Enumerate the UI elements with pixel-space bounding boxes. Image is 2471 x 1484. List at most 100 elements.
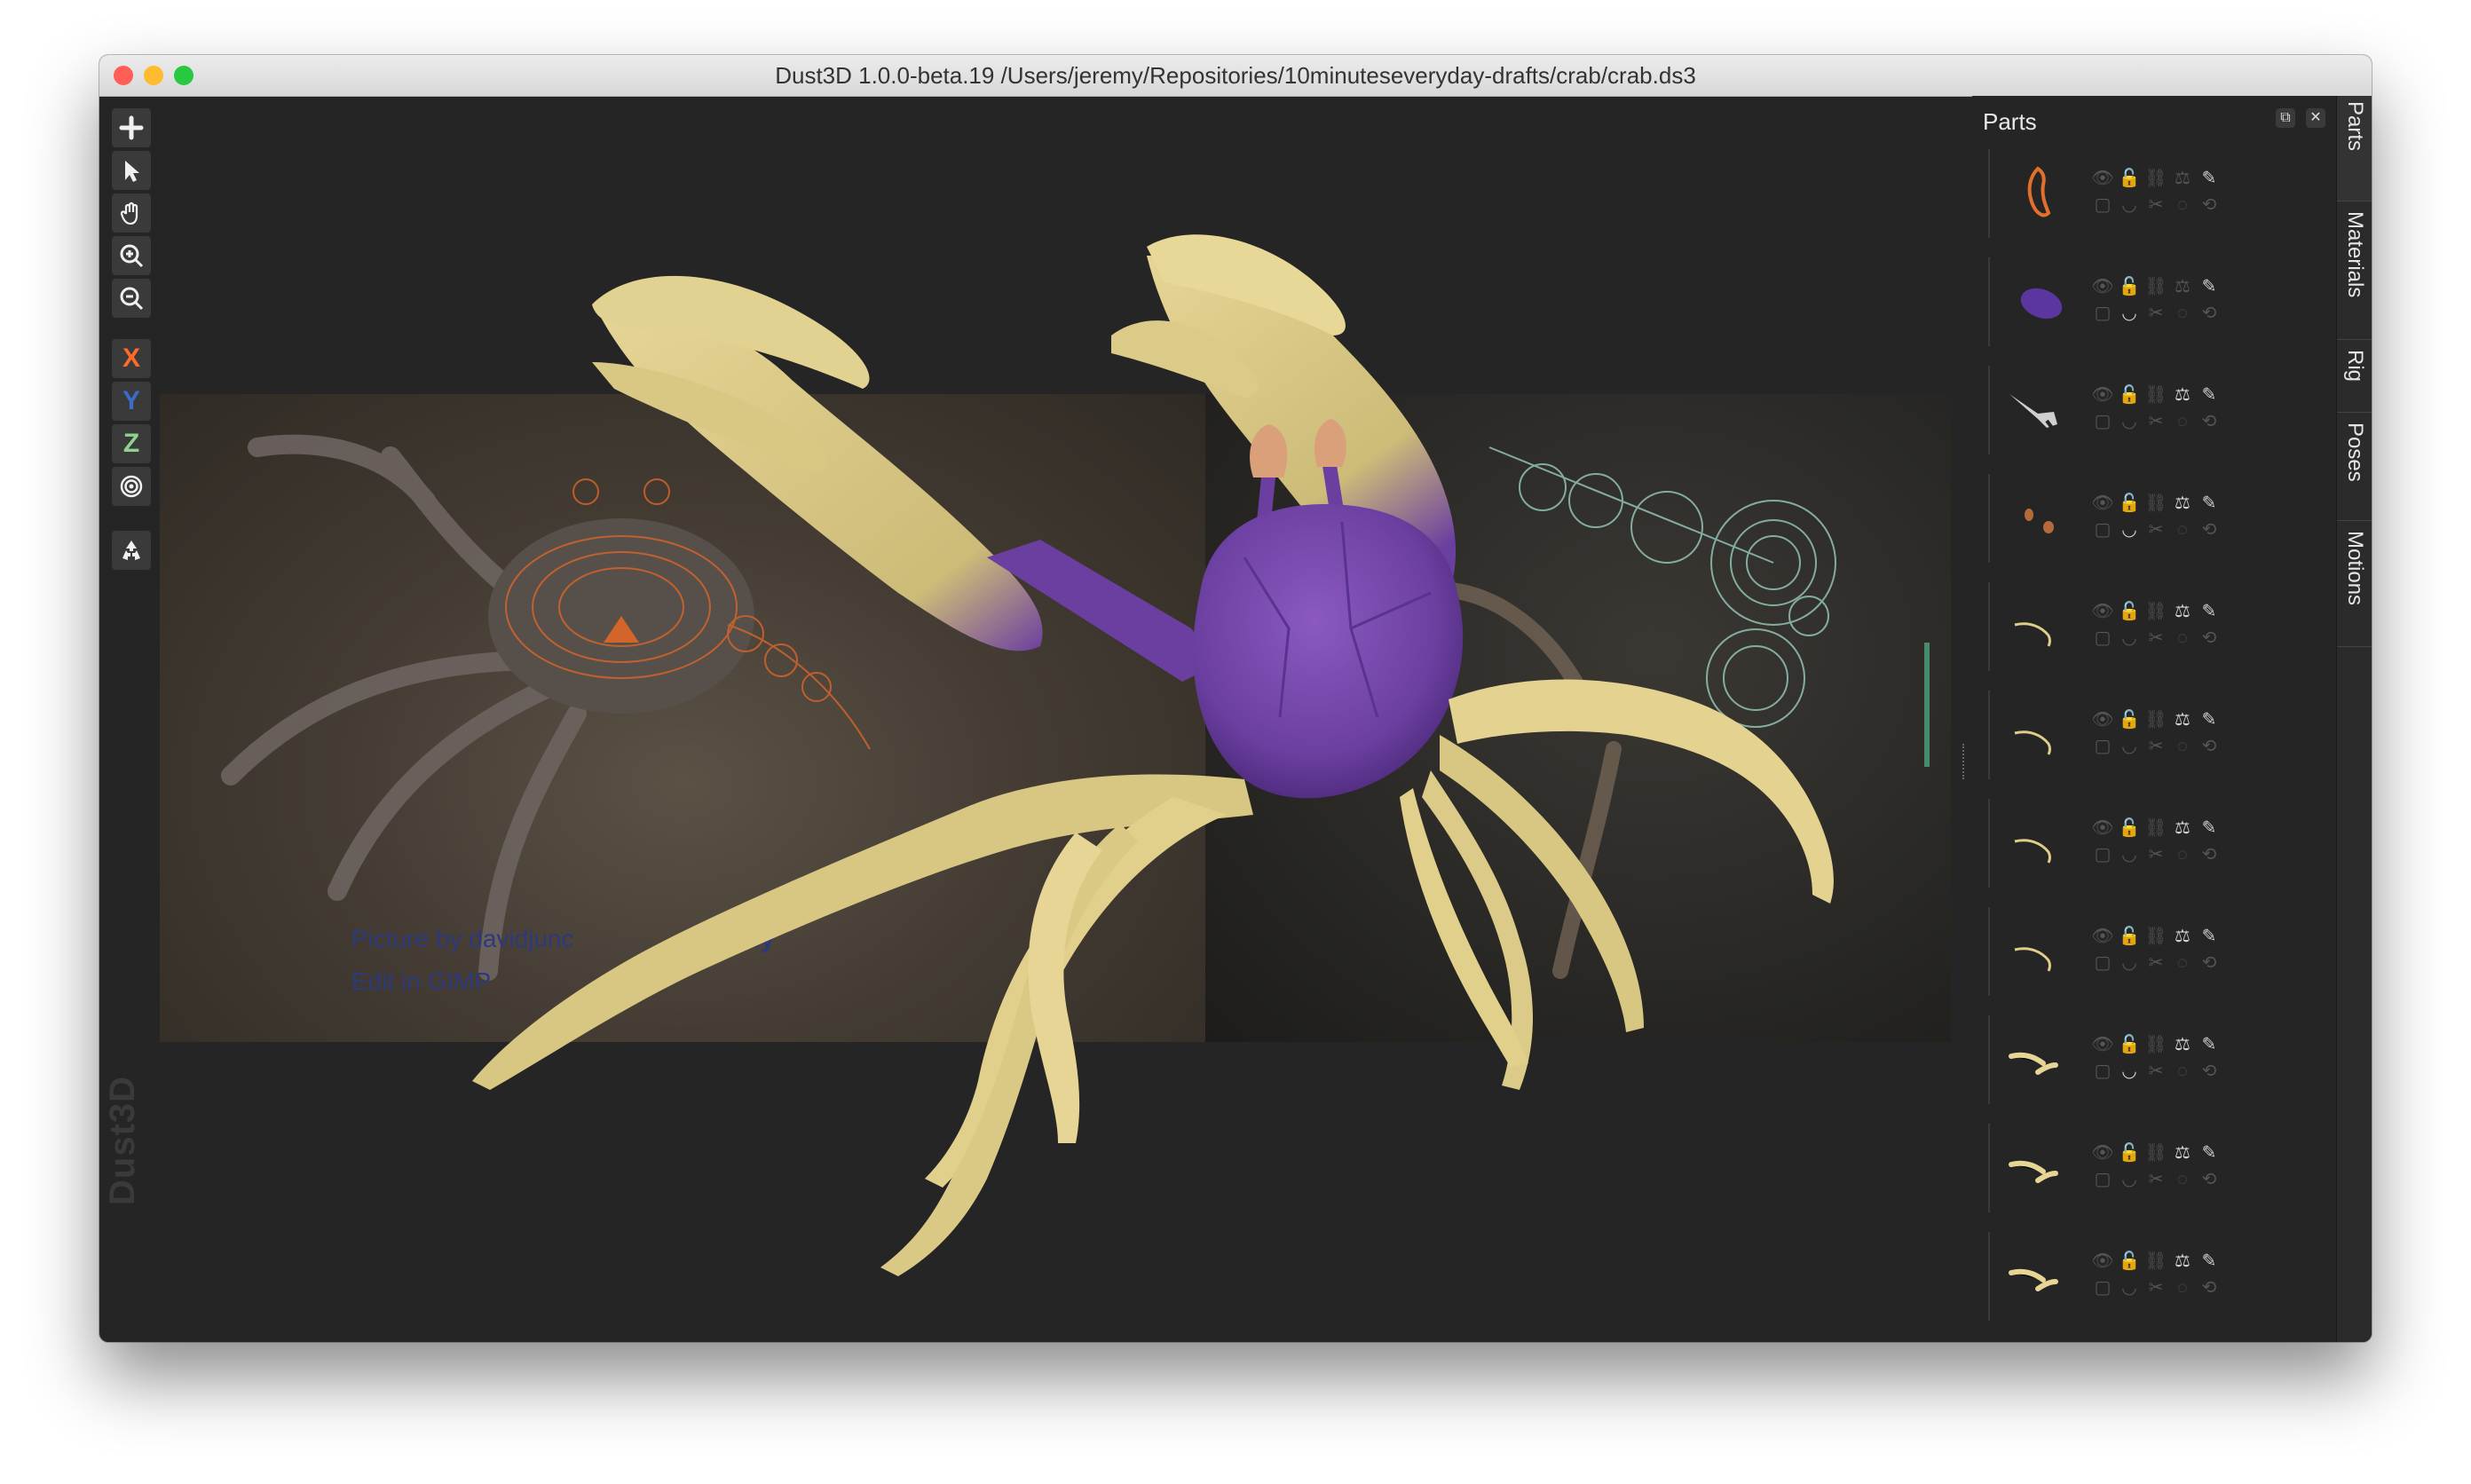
part-toggle-icon[interactable]: ✂ <box>2144 1276 2167 1299</box>
part-toggle-icon[interactable]: ◡ <box>2118 410 2141 433</box>
part-toggle-icon[interactable]: 🔓 <box>2118 1141 2141 1164</box>
part-toggle-icon[interactable]: ◌ <box>2171 1168 2194 1191</box>
part-toggle-icon[interactable]: ⟲ <box>2198 410 2221 433</box>
part-toggle-icon[interactable]: ◡ <box>2118 1168 2141 1191</box>
part-toggle-icon[interactable]: ⛓ <box>2144 167 2167 190</box>
part-toggle-icon[interactable]: 🔓 <box>2118 1033 2141 1056</box>
part-toggle-icon[interactable]: 👁 <box>2091 600 2114 623</box>
part-toggle-icon[interactable]: ▢ <box>2091 735 2114 758</box>
part-toggle-icon[interactable]: 🔓 <box>2118 817 2141 840</box>
part-toggle-icon[interactable]: ✂ <box>2144 1060 2167 1083</box>
part-toggle-icon[interactable]: ▢ <box>2091 410 2114 433</box>
part-toggle-icon[interactable]: ⟲ <box>2198 302 2221 325</box>
part-toggle-icon[interactable]: 👁 <box>2091 1250 2114 1273</box>
part-toggle-icon[interactable]: ✎ <box>2198 1250 2221 1273</box>
close-panel-button[interactable]: ✕ <box>2306 108 2325 128</box>
part-toggle-icon[interactable]: ⚖ <box>2171 708 2194 731</box>
part-thumbnail[interactable] <box>2002 1026 2073 1093</box>
part-toggle-icon[interactable]: ✂ <box>2144 843 2167 866</box>
part-toggle-icon[interactable]: ✎ <box>2198 383 2221 407</box>
part-toggle-icon[interactable]: 👁 <box>2091 383 2114 407</box>
part-toggle-icon[interactable]: ✂ <box>2144 302 2167 325</box>
part-toggle-icon[interactable]: ◌ <box>2171 1276 2194 1299</box>
part-toggle-icon[interactable]: ⟲ <box>2198 1276 2221 1299</box>
tab-materials[interactable]: Materials <box>2337 206 2372 340</box>
part-row[interactable]: 👁 🔓 ⛓ ⚖ ✎ ▢ ◡ ✂ ◌ ⟲ <box>1988 366 2238 454</box>
part-toggle-icon[interactable]: ▢ <box>2091 518 2114 541</box>
part-toggle-icon[interactable]: 🔓 <box>2118 383 2141 407</box>
part-thumbnail[interactable] <box>2002 809 2073 877</box>
tab-parts[interactable]: Parts <box>2337 96 2372 201</box>
part-toggle-icon[interactable]: ◡ <box>2118 518 2141 541</box>
part-toggle-icon[interactable]: ▢ <box>2091 1060 2114 1083</box>
part-toggle-icon[interactable]: 👁 <box>2091 275 2114 298</box>
part-toggle-icon[interactable]: ✂ <box>2144 518 2167 541</box>
part-row[interactable]: 👁 🔓 ⛓ ⚖ ✎ ▢ ◡ ✂ ◌ ⟲ <box>1988 257 2238 346</box>
part-toggle-icon[interactable]: ▢ <box>2091 951 2114 975</box>
part-toggle-icon[interactable]: ⚖ <box>2171 817 2194 840</box>
part-toggle-icon[interactable]: ✂ <box>2144 627 2167 650</box>
part-row[interactable]: 👁 🔓 ⛓ ⚖ ✎ ▢ ◡ ✂ ◌ ⟲ <box>1988 1232 2238 1321</box>
part-toggle-icon[interactable]: ⛓ <box>2144 600 2167 623</box>
model-viewport[interactable]: Picture by davidjunc movmy Edit in GIMP <box>99 96 1972 1342</box>
part-toggle-icon[interactable]: ✎ <box>2198 600 2221 623</box>
part-toggle-icon[interactable]: 🔓 <box>2118 492 2141 515</box>
part-toggle-icon[interactable]: 👁 <box>2091 1033 2114 1056</box>
part-row[interactable]: 👁 🔓 ⛓ ⚖ ✎ ▢ ◡ ✂ ◌ ⟲ <box>1988 1124 2238 1212</box>
part-toggle-icon[interactable]: ⛓ <box>2144 275 2167 298</box>
part-thumbnail[interactable] <box>2002 376 2073 444</box>
part-toggle-icon[interactable]: ◌ <box>2171 518 2194 541</box>
part-toggle-icon[interactable]: ✎ <box>2198 817 2221 840</box>
x-mirror-button[interactable]: X <box>112 339 151 378</box>
float-panel-button[interactable]: ⧉ <box>2276 108 2295 128</box>
part-toggle-icon[interactable]: 🔓 <box>2118 275 2141 298</box>
part-toggle-icon[interactable]: ⛓ <box>2144 492 2167 515</box>
zoom-out-button[interactable] <box>112 279 151 318</box>
part-toggle-icon[interactable]: ⟲ <box>2198 951 2221 975</box>
part-toggle-icon[interactable]: ✂ <box>2144 410 2167 433</box>
part-row[interactable]: 👁 🔓 ⛓ ⚖ ✎ ▢ ◡ ✂ ◌ ⟲ <box>1988 149 2238 238</box>
part-toggle-icon[interactable]: 🔓 <box>2118 167 2141 190</box>
part-toggle-icon[interactable]: ▢ <box>2091 302 2114 325</box>
part-toggle-icon[interactable]: ◡ <box>2118 627 2141 650</box>
part-toggle-icon[interactable]: ▢ <box>2091 843 2114 866</box>
part-thumbnail[interactable] <box>2002 593 2073 660</box>
part-toggle-icon[interactable]: ⛓ <box>2144 817 2167 840</box>
part-toggle-icon[interactable]: ⟲ <box>2198 193 2221 217</box>
part-toggle-icon[interactable]: 🔓 <box>2118 1250 2141 1273</box>
pan-button[interactable] <box>112 193 151 233</box>
part-toggle-icon[interactable]: ⛓ <box>2144 1141 2167 1164</box>
part-toggle-icon[interactable]: 🔓 <box>2118 600 2141 623</box>
part-toggle-icon[interactable]: ◌ <box>2171 410 2194 433</box>
part-toggle-icon[interactable]: ⚖ <box>2171 275 2194 298</box>
radial-mirror-button[interactable] <box>112 467 151 506</box>
part-toggle-icon[interactable]: ⛓ <box>2144 1033 2167 1056</box>
part-toggle-icon[interactable]: ⚖ <box>2171 492 2194 515</box>
part-toggle-icon[interactable]: ⛓ <box>2144 1250 2167 1273</box>
part-toggle-icon[interactable]: ⟲ <box>2198 1168 2221 1191</box>
part-thumbnail[interactable] <box>2002 485 2073 552</box>
part-toggle-icon[interactable]: ✎ <box>2198 275 2221 298</box>
part-row[interactable]: 👁 🔓 ⛓ ⚖ ✎ ▢ ◡ ✂ ◌ ⟲ <box>1988 474 2238 563</box>
part-toggle-icon[interactable]: ⛓ <box>2144 925 2167 948</box>
part-toggle-icon[interactable]: 🔓 <box>2118 708 2141 731</box>
part-toggle-icon[interactable]: 👁 <box>2091 708 2114 731</box>
y-mirror-button[interactable]: Y <box>112 382 151 421</box>
part-row[interactable]: 👁 🔓 ⛓ ⚖ ✎ ▢ ◡ ✂ ◌ ⟲ <box>1988 799 2238 888</box>
part-toggle-icon[interactable]: ✎ <box>2198 492 2221 515</box>
part-toggle-icon[interactable]: ⚖ <box>2171 383 2194 407</box>
tab-motions[interactable]: Motions <box>2337 525 2372 647</box>
part-toggle-icon[interactable]: ✎ <box>2198 1033 2221 1056</box>
part-toggle-icon[interactable]: ✂ <box>2144 951 2167 975</box>
part-toggle-icon[interactable]: ◡ <box>2118 1276 2141 1299</box>
part-toggle-icon[interactable]: ◌ <box>2171 1060 2194 1083</box>
part-toggle-icon[interactable]: ⚖ <box>2171 1250 2194 1273</box>
part-toggle-icon[interactable]: ◌ <box>2171 193 2194 217</box>
part-thumbnail[interactable] <box>2002 1243 2073 1310</box>
part-toggle-icon[interactable]: ▢ <box>2091 1276 2114 1299</box>
part-toggle-icon[interactable]: ⚖ <box>2171 167 2194 190</box>
part-toggle-icon[interactable]: ◡ <box>2118 951 2141 975</box>
tab-rig[interactable]: Rig <box>2337 344 2372 413</box>
part-thumbnail[interactable] <box>2002 268 2073 335</box>
part-toggle-icon[interactable]: ⚖ <box>2171 1033 2194 1056</box>
